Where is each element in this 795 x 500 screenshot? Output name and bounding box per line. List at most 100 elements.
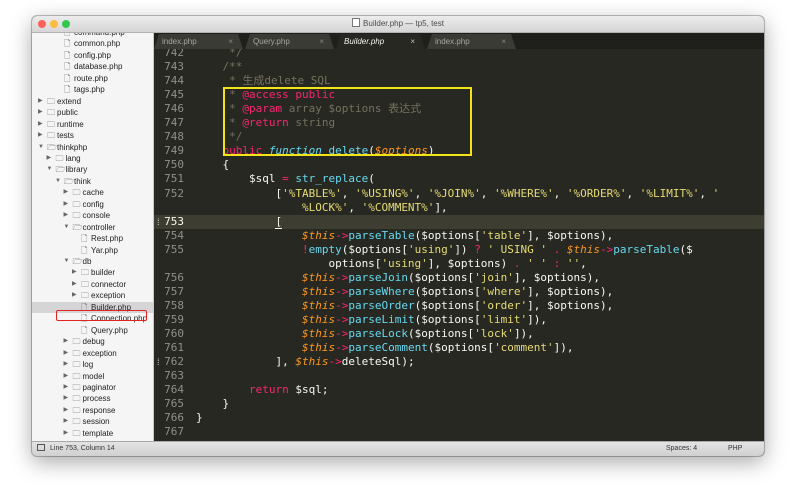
disclosure-open-icon[interactable]: ▼ — [38, 142, 44, 153]
code-line[interactable]: public function delete($options) — [196, 144, 435, 158]
disclosure-closed-icon[interactable]: ▶ — [64, 371, 69, 382]
editor-tab[interactable]: index.php × — [427, 34, 516, 49]
code-line[interactable]: */ — [196, 49, 242, 60]
code-line[interactable]: $this->parseComment($options['comment'])… — [196, 341, 574, 355]
disclosure-closed-icon[interactable]: ▶ — [64, 199, 69, 210]
code-line[interactable]: !empty($options['using']) ? ' USING ' . … — [196, 243, 693, 257]
tree-file[interactable]: 🗋 database.php — [32, 61, 153, 72]
tree-folder[interactable]: ▼ 🗁 controller — [32, 222, 153, 233]
disclosure-open-icon[interactable]: ▼ — [64, 256, 70, 267]
tree-folder[interactable]: ▶ 🗀 public — [32, 107, 153, 118]
tree-folder[interactable]: ▶ 🗀 runtime — [32, 119, 153, 130]
code-line[interactable]: options['using'], $options) . ' ' : '', — [196, 257, 586, 271]
code-line[interactable]: } — [196, 411, 203, 425]
code-line[interactable]: %LOCK%', '%COMMENT%'], — [196, 201, 448, 215]
code-line[interactable]: * @return string — [196, 116, 335, 130]
close-tab-icon[interactable]: × — [410, 34, 415, 49]
code-line[interactable]: $this->parseOrder($options['order'], $op… — [196, 299, 613, 313]
tree-folder[interactable]: ▶ 🗀 model — [32, 371, 153, 382]
disclosure-open-icon[interactable]: ▼ — [55, 176, 61, 187]
disclosure-closed-icon[interactable]: ▶ — [38, 96, 43, 107]
code-line[interactable]: [ — [196, 214, 283, 229]
tree-folder[interactable]: ▶ 🗀 response — [32, 405, 153, 416]
tree-folder[interactable]: ▶ 🗀 paginator — [32, 382, 153, 393]
editor-tab[interactable]: index.php × — [154, 34, 243, 49]
tree-folder[interactable]: ▶ 🗀 config — [32, 199, 153, 210]
code-line[interactable]: $this->parseLimit($options['limit']), — [196, 313, 547, 327]
tree-folder[interactable]: ▶ 🗀 template — [32, 428, 153, 439]
disclosure-closed-icon[interactable]: ▶ — [72, 290, 77, 301]
tree-file[interactable]: 🗋 Connection.php — [32, 313, 153, 324]
disclosure-closed-icon[interactable]: ▶ — [38, 107, 43, 118]
tree-file[interactable]: 🗋 Rest.php — [32, 233, 153, 244]
tree-file[interactable]: 🗋 Query.php — [32, 325, 153, 336]
disclosure-closed-icon[interactable]: ▶ — [64, 416, 69, 427]
code-line[interactable]: return $sql; — [196, 383, 329, 397]
code-line[interactable]: } — [196, 397, 229, 411]
disclosure-closed-icon[interactable]: ▶ — [47, 153, 52, 164]
disclosure-closed-icon[interactable]: ▶ — [64, 336, 69, 347]
tree-folder[interactable]: ▶ 🗀 lang — [32, 153, 153, 164]
tree-file[interactable]: 🗋 tags.php — [32, 84, 153, 95]
tree-folder[interactable]: ▶ 🗀 process — [32, 393, 153, 404]
code-line[interactable]: /** — [196, 60, 242, 74]
disclosure-closed-icon[interactable]: ▶ — [64, 428, 69, 439]
code-editor[interactable]: 742 743 744 745 746 747 748 749 750 751 752 753 754 7… — [154, 49, 764, 441]
disclosure-closed-icon[interactable]: ▶ — [64, 393, 69, 404]
tree-file[interactable]: 🗋 config.php — [32, 50, 153, 61]
disclosure-closed-icon[interactable]: ▶ — [64, 405, 69, 416]
tree-folder[interactable]: ▶ 🗀 tests — [32, 130, 153, 141]
tree-file[interactable]: 🗋 Builder.php — [32, 301, 153, 313]
code-line[interactable]: $sql = str_replace( — [196, 172, 375, 186]
code-line[interactable]: * @access public — [196, 88, 335, 102]
sidebar-file-tree[interactable]: 🗋command.php🗋common.php🗋config.php🗋datab… — [32, 33, 154, 456]
code-line[interactable]: $this->parseTable($options['table'], $op… — [196, 229, 613, 243]
tree-folder[interactable]: ▶ 🗀 debug — [32, 336, 153, 347]
tree-folder[interactable]: ▶ 🗀 console — [32, 210, 153, 221]
indentation-setting[interactable]: Spaces: 4 — [666, 445, 697, 452]
code-line[interactable]: */ — [196, 130, 242, 144]
tree-folder[interactable]: ▶ 🗀 exception — [32, 348, 153, 359]
code-line[interactable]: * 生成delete SQL — [196, 74, 330, 88]
code-line[interactable]: { — [196, 158, 229, 172]
editor-tab[interactable]: Query.php × — [245, 34, 334, 49]
tree-file[interactable]: 🗋 common.php — [32, 38, 153, 49]
tree-folder[interactable]: ▼ 🗁 thinkphp — [32, 142, 153, 153]
disclosure-closed-icon[interactable]: ▶ — [38, 119, 43, 130]
tree-file[interactable]: 🗋 Yar.php — [32, 245, 153, 256]
close-tab-icon[interactable]: × — [228, 34, 233, 49]
editor-tab[interactable]: Builder.php × — [336, 34, 425, 49]
disclosure-open-icon[interactable]: ▼ — [47, 164, 53, 175]
tree-folder[interactable]: ▼ 🗁 library — [32, 164, 153, 175]
tree-folder[interactable]: ▶ 🗀 session — [32, 416, 153, 427]
disclosure-closed-icon[interactable]: ▶ — [64, 359, 69, 370]
code-line[interactable]: $this->parseLock($options['lock']), — [196, 327, 534, 341]
code-line[interactable]: * @param array $options 表达式 — [196, 102, 421, 116]
tree-folder[interactable]: ▶ 🗀 extend — [32, 96, 153, 107]
disclosure-closed-icon[interactable]: ▶ — [64, 210, 69, 221]
tree-file[interactable]: 🗋 route.php — [32, 73, 153, 84]
tree-file[interactable]: 🗋 command.php — [32, 33, 153, 38]
disclosure-closed-icon[interactable]: ▶ — [72, 279, 77, 290]
disclosure-closed-icon[interactable]: ▶ — [38, 130, 43, 141]
tree-folder[interactable]: ▶ 🗀 log — [32, 359, 153, 370]
syntax-mode[interactable]: PHP — [728, 445, 742, 452]
tree-folder[interactable]: ▶ 🗀 builder — [32, 267, 153, 278]
code-line[interactable]: ['%TABLE%', '%USING%', '%JOIN%', '%WHERE… — [196, 187, 719, 201]
disclosure-closed-icon[interactable]: ▶ — [72, 267, 77, 278]
disclosure-closed-icon[interactable]: ▶ — [64, 348, 69, 359]
tree-folder[interactable]: ▶ 🗀 connector — [32, 279, 153, 290]
tree-folder[interactable]: ▶ 🗀 cache — [32, 187, 153, 198]
disclosure-closed-icon[interactable]: ▶ — [64, 382, 69, 393]
panel-toggle-icon[interactable] — [37, 444, 45, 451]
disclosure-closed-icon[interactable]: ▶ — [64, 187, 69, 198]
code-line[interactable]: ], $this->deleteSql); — [196, 355, 414, 369]
tree-folder[interactable]: ▼ 🗁 db — [32, 256, 153, 267]
code-line[interactable]: $this->parseWhere($options['where'], $op… — [196, 285, 613, 299]
close-tab-icon[interactable]: × — [501, 34, 506, 49]
code-line[interactable]: $this->parseJoin($options['join'], $opti… — [196, 271, 600, 285]
tree-folder[interactable]: ▼ 🗁 think — [32, 176, 153, 187]
disclosure-open-icon[interactable]: ▼ — [64, 222, 70, 233]
close-tab-icon[interactable]: × — [319, 34, 324, 49]
tree-folder[interactable]: ▶ 🗀 exception — [32, 290, 153, 301]
